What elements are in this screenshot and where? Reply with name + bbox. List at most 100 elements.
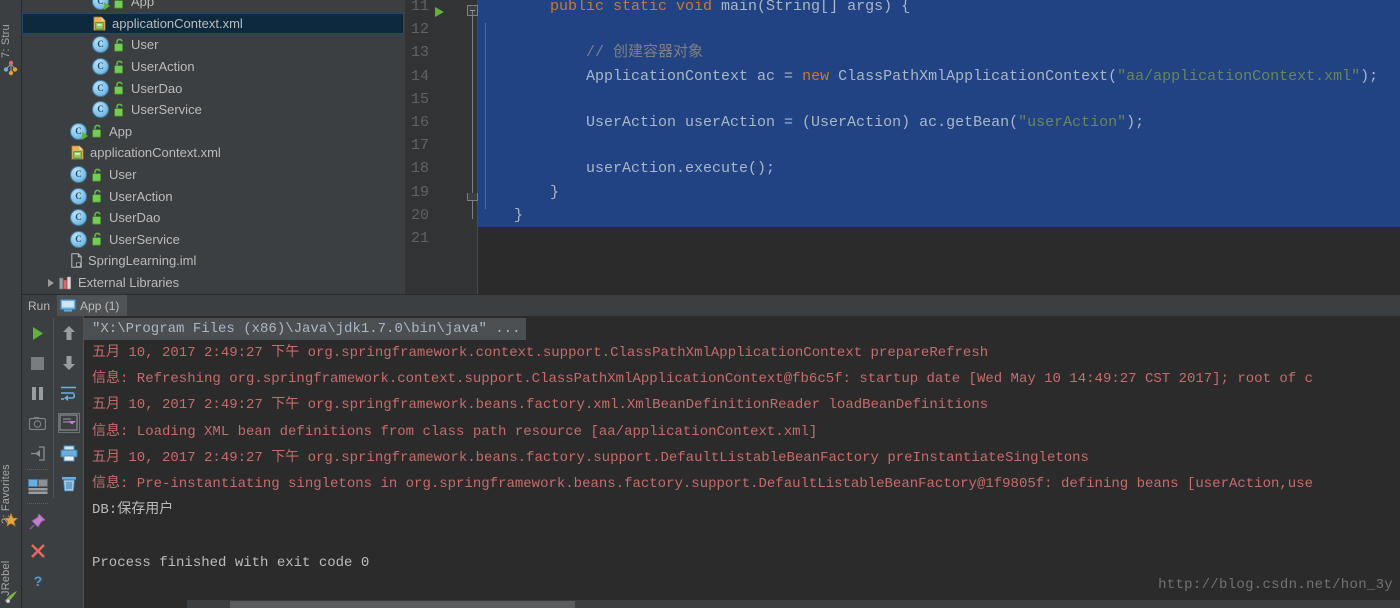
run-toolbar-column-left: ? bbox=[23, 318, 52, 596]
tree-item-label: UserAction bbox=[131, 59, 195, 75]
tree-item-userdao[interactable]: C UserDao bbox=[22, 207, 404, 229]
left-tool-strip: 7: Stru 2: Favorites JRebel bbox=[0, 0, 22, 608]
camera-button[interactable] bbox=[23, 408, 52, 438]
stop-icon bbox=[31, 356, 44, 370]
console-line-err: 五月 10, 2017 2:49:27 下午 org.springframewo… bbox=[92, 449, 1089, 466]
scroll-up-button[interactable] bbox=[54, 318, 83, 348]
line-number: 12 bbox=[411, 21, 430, 39]
sidebar-button-structure[interactable]: 7: Stru bbox=[0, 2, 21, 58]
console-line-err: 五月 10, 2017 2:49:27 下午 org.springframewo… bbox=[92, 345, 989, 361]
code-line[interactable]: UserAction userAction = (UserAction) ac.… bbox=[478, 110, 1400, 135]
expand-arrow-icon[interactable] bbox=[48, 278, 54, 287]
tree-item-applicationcontext-xml[interactable]: applicationContext.xml bbox=[22, 12, 404, 35]
class-icon: C bbox=[92, 58, 109, 76]
line-number: 16 bbox=[411, 113, 430, 131]
editor-gutter[interactable]: 11 12 13 14 15 16 17 18 19 20 21 bbox=[405, 0, 478, 294]
camera-icon bbox=[29, 416, 46, 430]
tree-item-user[interactable]: C User bbox=[22, 164, 404, 186]
code-line[interactable]: // 创建容器对象 bbox=[478, 41, 1400, 65]
pause-icon bbox=[32, 386, 43, 400]
code-line[interactable] bbox=[478, 18, 1400, 42]
code-token-txt: } bbox=[478, 206, 524, 224]
toolbar-separator-2 bbox=[27, 503, 48, 505]
tree-item-applicationcontext-xml[interactable]: applicationContext.xml bbox=[22, 142, 404, 164]
export-button[interactable] bbox=[23, 438, 52, 468]
line-number: 13 bbox=[411, 44, 430, 62]
soft-wrap-button[interactable] bbox=[54, 378, 83, 408]
unlock-badge-icon bbox=[114, 81, 124, 95]
pause-button[interactable] bbox=[23, 378, 52, 408]
code-line[interactable] bbox=[478, 134, 1400, 158]
tree-item-useraction[interactable]: C UserAction bbox=[22, 56, 404, 78]
run-tab-app[interactable]: App (1) bbox=[57, 295, 128, 316]
scroll-down-button[interactable] bbox=[54, 348, 83, 378]
code-line[interactable] bbox=[478, 227, 1400, 250]
class-icon: C bbox=[70, 209, 87, 227]
tree-item-label: applicationContext.xml bbox=[112, 15, 243, 31]
tree-item-springlearning-iml[interactable]: SpringLearning.iml bbox=[22, 250, 404, 272]
tree-item-label: User bbox=[131, 37, 159, 53]
tree-item-user[interactable]: C User bbox=[22, 34, 404, 56]
code-line[interactable] bbox=[478, 87, 1400, 111]
structure-icon bbox=[3, 60, 18, 76]
structure-label: 7: Stru bbox=[0, 24, 12, 58]
pin-button[interactable] bbox=[23, 506, 52, 536]
layout-button[interactable] bbox=[23, 472, 52, 502]
unlock-badge-icon bbox=[92, 233, 102, 246]
console-output[interactable]: "X:\Program Files (x86)\Java\jdk1.7.0\bi… bbox=[83, 316, 1400, 608]
code-editor[interactable]: 11 12 13 14 15 16 17 18 19 20 21 public static voi… bbox=[405, 0, 1400, 294]
print-button[interactable] bbox=[54, 438, 83, 468]
run-gutter-icon[interactable] bbox=[435, 7, 444, 17]
code-line[interactable]: } bbox=[478, 203, 1400, 227]
library-icon bbox=[59, 276, 72, 289]
console-line-wrap: 信息: Refreshing org.springframework.conte… bbox=[84, 366, 1400, 392]
scrollbar-thumb[interactable] bbox=[230, 601, 575, 608]
project-tree-rows: C App applicationContext.xml C User C UserActi… bbox=[22, 0, 404, 293]
fold-close-icon[interactable] bbox=[467, 193, 478, 201]
console-line-wrap: "X:\Program Files (x86)\Java\jdk1.7.0\bi… bbox=[84, 316, 1400, 340]
unlock-badge-icon bbox=[114, 38, 124, 52]
xml-file-icon bbox=[71, 146, 84, 160]
watermark: http://blog.csdn.net/hon_3y bbox=[1158, 577, 1393, 593]
code-line[interactable]: } bbox=[478, 180, 1400, 204]
class-runnable-icon: C bbox=[92, 0, 110, 11]
tree-item-label: External Libraries bbox=[78, 275, 180, 291]
code-token-txt: ); bbox=[1126, 113, 1145, 131]
run-tab-bar: Run App (1) bbox=[22, 295, 1400, 316]
console-line-wrap bbox=[84, 523, 1400, 549]
toolbar-separator bbox=[27, 469, 48, 471]
console-line-err: 信息: Loading XML bean definitions from cl… bbox=[92, 423, 818, 440]
rerun-button[interactable] bbox=[23, 318, 52, 348]
class-icon: C bbox=[70, 230, 87, 248]
console-horizontal-scrollbar[interactable] bbox=[187, 600, 1400, 608]
code-token-txt: UserAction userAction = (UserAction) ac.… bbox=[478, 113, 1019, 131]
code-line[interactable]: userAction.execute(); bbox=[478, 157, 1400, 181]
xml-file-icon bbox=[93, 16, 106, 31]
code-token-txt: ); bbox=[1360, 67, 1379, 85]
help-button[interactable]: ? bbox=[23, 566, 52, 596]
tree-item-userservice[interactable]: C UserService bbox=[22, 229, 404, 251]
close-button[interactable] bbox=[23, 536, 52, 566]
clear-all-button[interactable] bbox=[54, 468, 83, 498]
scroll-to-end-button[interactable] bbox=[54, 408, 83, 438]
class-runnable-icon: C bbox=[70, 122, 88, 140]
tree-item-app[interactable]: C App bbox=[22, 121, 404, 143]
code-line[interactable]: ApplicationContext ac = new ClassPathXml… bbox=[478, 64, 1400, 88]
tree-item-userdao[interactable]: C UserDao bbox=[22, 77, 404, 99]
stop-button[interactable] bbox=[23, 348, 52, 378]
tree-item-useraction[interactable]: C UserAction bbox=[22, 185, 404, 207]
layout-icon bbox=[27, 479, 48, 494]
console-line-out: Process finished with exit code 0 bbox=[92, 554, 370, 571]
tree-item-external-libraries[interactable]: External Libraries bbox=[22, 272, 404, 294]
run-toolbar-column-right bbox=[53, 318, 83, 498]
question-mark-icon: ? bbox=[33, 573, 42, 589]
project-tree[interactable]: C App applicationContext.xml C User C UserActi… bbox=[22, 0, 404, 294]
code-content[interactable]: public static void main(String[] args) {… bbox=[478, 0, 1400, 294]
tree-item-userservice[interactable]: C UserService bbox=[22, 99, 404, 121]
code-line[interactable]: public static void main(String[] args) { bbox=[478, 0, 1400, 19]
tree-item-app[interactable]: C App bbox=[22, 0, 404, 13]
console-line-out: DB:保存用户 bbox=[92, 502, 174, 519]
tree-item-label: UserService bbox=[131, 102, 202, 118]
code-token-txt: userAction.execute(); bbox=[478, 160, 776, 178]
class-icon: C bbox=[92, 101, 109, 119]
